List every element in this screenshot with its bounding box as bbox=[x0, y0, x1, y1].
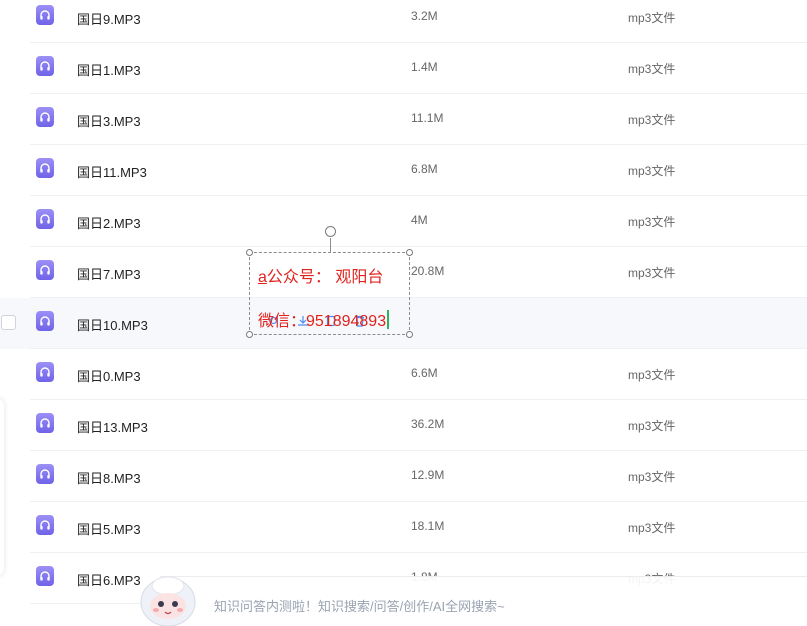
rotate-handle[interactable] bbox=[325, 226, 336, 237]
annotation-account: 公众号： 观阳台 bbox=[266, 269, 384, 286]
file-type: mp3文件 bbox=[628, 470, 676, 484]
audio-file-icon bbox=[36, 5, 54, 25]
file-row[interactable]: 国日0.MP3 6.6M mp3文件 bbox=[0, 349, 807, 400]
text-annotation-box[interactable]: a公众号： 观阳台 微信：951894893 bbox=[246, 226, 413, 338]
file-name[interactable]: 国日0.MP3 bbox=[77, 366, 141, 385]
annotation-line-2[interactable]: 微信：951894893 bbox=[258, 307, 390, 331]
file-type: mp3文件 bbox=[628, 113, 676, 127]
text-caret bbox=[387, 310, 390, 329]
audio-file-icon bbox=[36, 566, 54, 586]
file-type: mp3文件 bbox=[628, 419, 676, 433]
file-row[interactable]: 国日2.MP3 4M mp3文件 bbox=[0, 196, 807, 247]
audio-file-icon bbox=[36, 158, 54, 178]
annotation-wechat: 微信：951894893 bbox=[258, 313, 387, 330]
file-type: mp3文件 bbox=[628, 215, 676, 229]
resize-handle-bl[interactable] bbox=[246, 331, 253, 338]
audio-file-icon bbox=[36, 209, 54, 229]
file-name[interactable]: 国日9.MP3 bbox=[77, 9, 141, 28]
resize-handle-tl[interactable] bbox=[246, 249, 253, 256]
file-row[interactable]: 国日5.MP3 18.1M mp3文件 bbox=[0, 502, 807, 553]
file-type: mp3文件 bbox=[628, 11, 676, 25]
file-row[interactable]: 国日13.MP3 36.2M mp3文件 bbox=[0, 400, 807, 451]
file-size: 11.1M bbox=[411, 111, 444, 125]
file-type: mp3文件 bbox=[628, 521, 676, 535]
file-size: 20.8M bbox=[411, 264, 445, 278]
annotation-line-1[interactable]: a公众号： 观阳台 bbox=[258, 263, 383, 287]
file-row[interactable]: 国日3.MP3 11.1M mp3文件 bbox=[0, 94, 807, 145]
assistant-mascot-icon[interactable] bbox=[137, 572, 199, 626]
file-name[interactable]: 国日10.MP3 bbox=[77, 315, 148, 334]
file-name[interactable]: 国日6.MP3 bbox=[77, 570, 141, 589]
audio-file-icon bbox=[36, 311, 54, 331]
side-panel-edge bbox=[0, 398, 4, 576]
file-row[interactable]: 国日8.MP3 12.9M mp3文件 bbox=[0, 451, 807, 502]
file-size: 18.1M bbox=[411, 519, 445, 533]
resize-handle-br[interactable] bbox=[406, 331, 413, 338]
file-type: mp3文件 bbox=[628, 266, 676, 280]
rotate-handle-line bbox=[330, 238, 331, 253]
file-size: 36.2M bbox=[411, 417, 445, 431]
assistant-bar[interactable]: 知识问答内测啦！知识搜索/问答/创作/AI全网搜索~ bbox=[160, 576, 807, 625]
file-type: mp3文件 bbox=[628, 368, 676, 382]
audio-file-icon bbox=[36, 362, 54, 382]
audio-file-icon bbox=[36, 464, 54, 484]
file-name[interactable]: 国日1.MP3 bbox=[77, 60, 141, 79]
audio-file-icon bbox=[36, 260, 54, 280]
file-size: 12.9M bbox=[411, 468, 445, 482]
file-name[interactable]: 国日13.MP3 bbox=[77, 417, 148, 436]
file-row[interactable]: 国日9.MP3 3.2M mp3文件 bbox=[0, 0, 807, 43]
file-name[interactable]: 国日8.MP3 bbox=[77, 468, 141, 487]
file-name[interactable]: 国日5.MP3 bbox=[77, 519, 141, 538]
audio-file-icon bbox=[36, 413, 54, 433]
row-checkbox[interactable] bbox=[1, 315, 16, 330]
file-row[interactable]: 国日1.MP3 1.4M mp3文件 bbox=[0, 43, 807, 94]
file-row[interactable]: 国日11.MP3 6.8M mp3文件 bbox=[0, 145, 807, 196]
audio-file-icon bbox=[36, 56, 54, 76]
audio-file-icon bbox=[36, 107, 54, 127]
file-name[interactable]: 国日3.MP3 bbox=[77, 111, 141, 130]
file-size: 6.6M bbox=[411, 366, 438, 380]
file-size: 3.2M bbox=[411, 9, 438, 23]
file-size: 4M bbox=[411, 213, 428, 227]
file-size: 6.8M bbox=[411, 162, 438, 176]
audio-file-icon bbox=[36, 515, 54, 535]
file-name[interactable]: 国日7.MP3 bbox=[77, 264, 141, 283]
file-size: 1.4M bbox=[411, 60, 438, 74]
annotation-prefix: a bbox=[258, 269, 267, 286]
file-name[interactable]: 国日11.MP3 bbox=[77, 162, 147, 181]
assistant-hint[interactable]: 知识问答内测啦！知识搜索/问答/创作/AI全网搜索~ bbox=[214, 596, 505, 615]
resize-handle-tr[interactable] bbox=[406, 249, 413, 256]
file-type: mp3文件 bbox=[628, 62, 676, 76]
file-name[interactable]: 国日2.MP3 bbox=[77, 213, 141, 232]
file-type: mp3文件 bbox=[628, 164, 676, 178]
